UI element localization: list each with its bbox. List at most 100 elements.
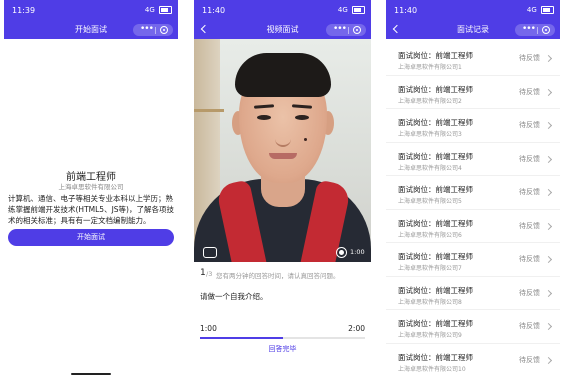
progress-end-time: 2:00 <box>348 324 365 333</box>
list-item[interactable]: 面试岗位：前端工程师 上海卓思软件有限公司10 待反馈 <box>386 344 560 376</box>
mini-program-capsule[interactable]: ••• <box>515 24 555 36</box>
chevron-right-icon <box>544 54 553 63</box>
record-company: 上海卓思软件有限公司4 <box>398 164 462 172</box>
more-icon[interactable]: ••• <box>522 22 536 36</box>
record-status: 待反馈 <box>519 255 540 263</box>
interview-records-screen: 11:40 4G 面试记录 ••• 面试岗位：前端工程师 上海卓思软件有限公司1 待… <box>386 0 560 376</box>
record-status: 待反馈 <box>519 322 540 330</box>
capsule-divider <box>537 27 538 34</box>
page-title: 视频面试 <box>266 25 299 34</box>
record-title: 面试岗位：前端工程师 <box>398 218 473 228</box>
chevron-right-icon <box>544 289 553 297</box>
record-title: 面试岗位：前端工程师 <box>398 285 473 295</box>
close-circle-icon[interactable] <box>160 26 168 34</box>
chevron-right-icon <box>544 188 553 197</box>
header: 11:40 4G 视频面试 ••• <box>194 0 371 39</box>
record-company: 上海卓思软件有限公司3 <box>398 131 462 138</box>
chevron-right-icon <box>544 255 553 264</box>
video-interview-screen: 11:40 4G 视频面试 ••• 1:00 1 /3 您有两分钟的回答时间，请… <box>194 0 371 376</box>
record-status: 待反馈 <box>519 188 540 196</box>
chevron-right-icon <box>544 356 553 364</box>
battery-icon <box>352 6 365 14</box>
page-title: 面试记录 <box>457 25 489 34</box>
company-name: 上海卓思软件有限公司 <box>58 183 124 191</box>
chevron-right-icon <box>544 222 553 230</box>
back-icon[interactable] <box>200 24 210 34</box>
record-status: 待反馈 <box>519 121 540 129</box>
record-title: 面试岗位：前端工程师 <box>398 151 473 161</box>
chevron-right-icon <box>544 322 553 331</box>
question-total: /3 <box>206 270 213 278</box>
finish-answer-button[interactable]: 回答完毕 <box>194 344 371 354</box>
chevron-right-icon <box>544 121 553 130</box>
question-text: 请做一个自我介绍。 <box>200 292 268 301</box>
title-bar: 视频面试 ••• <box>194 23 371 37</box>
record-company: 上海卓思软件有限公司9 <box>398 332 462 339</box>
mini-program-capsule[interactable]: ••• <box>133 24 173 36</box>
status-bar: 11:40 4G <box>394 6 554 17</box>
record-title: 面试岗位：前端工程师 <box>398 84 473 94</box>
record-company: 上海卓思软件有限公司6 <box>398 231 462 239</box>
status-right: 4G <box>527 6 554 14</box>
records-list: 面试岗位：前端工程师 上海卓思软件有限公司1 待反馈 面试岗位：前端工程师 上海卓思软件… <box>386 42 560 376</box>
chevron-right-icon <box>544 155 553 163</box>
back-icon[interactable] <box>392 24 402 34</box>
close-circle-icon[interactable] <box>353 26 361 34</box>
record-status: 待反馈 <box>519 355 540 364</box>
record-status: 待反馈 <box>519 288 540 297</box>
record-status: 待反馈 <box>519 221 540 230</box>
title-bar: 面试记录 ••• <box>386 23 560 37</box>
record-status: 待反馈 <box>519 87 540 96</box>
record-icon <box>336 247 347 258</box>
record-company: 上海卓思软件有限公司7 <box>398 265 462 272</box>
network-label: 4G <box>526 6 537 14</box>
eye-right <box>295 115 309 120</box>
start-interview-screen: 11:39 4G 开始面试 ••• 前端工程师 上海卓思软件有限公司 计算机、通… <box>4 0 178 376</box>
record-title: 面试岗位：前端工程师 <box>398 252 473 261</box>
progress-fill <box>200 337 283 339</box>
network-label: 4G <box>337 6 348 14</box>
list-item[interactable]: 面试岗位：前端工程师 上海卓思软件有限公司5 待反馈 <box>386 176 560 210</box>
list-item[interactable]: 面试岗位：前端工程师 上海卓思软件有限公司7 待反馈 <box>386 243 560 277</box>
camera-switch-icon[interactable] <box>203 247 217 258</box>
status-right: 4G <box>338 6 365 14</box>
capsule-divider <box>155 27 156 34</box>
capsule-divider <box>348 27 349 34</box>
close-circle-icon[interactable] <box>542 26 550 34</box>
list-item[interactable]: 面试岗位：前端工程师 上海卓思软件有限公司1 待反馈 <box>386 42 560 76</box>
start-interview-button[interactable]: 开始面试 <box>8 229 174 246</box>
list-item[interactable]: 面试岗位：前端工程师 上海卓思软件有限公司8 待反馈 <box>386 277 560 310</box>
question-panel: 1 /3 您有两分钟的回答时间，请认真回答问题。 请做一个自我介绍。 1:00 … <box>194 262 371 376</box>
more-icon[interactable]: ••• <box>140 22 154 36</box>
record-time: 1:00 <box>350 248 365 256</box>
record-title: 面试岗位：前端工程师 <box>398 319 473 328</box>
list-item[interactable]: 面试岗位：前端工程师 上海卓思软件有限公司3 待反馈 <box>386 109 560 143</box>
record-company: 上海卓思软件有限公司1 <box>398 64 462 71</box>
question-number: 1 <box>200 268 206 278</box>
record-title: 面试岗位：前端工程师 <box>398 51 473 60</box>
list-item[interactable]: 面试岗位：前端工程师 上海卓思软件有限公司6 待反馈 <box>386 210 560 243</box>
mole <box>304 138 307 141</box>
status-time: 11:39 <box>12 6 36 15</box>
list-item[interactable]: 面试岗位：前端工程师 上海卓思软件有限公司4 待反馈 <box>386 143 560 176</box>
home-indicator <box>71 373 111 375</box>
battery-icon <box>159 6 172 14</box>
camera-preview: 1:00 <box>194 39 371 262</box>
record-status: 待反馈 <box>519 154 540 163</box>
progress-track <box>200 337 365 339</box>
more-icon[interactable]: ••• <box>333 22 347 36</box>
record-title: 面试岗位：前端工程师 <box>398 118 473 127</box>
eye-left <box>257 115 271 120</box>
status-right: 4G <box>145 6 172 14</box>
person-hair <box>235 53 331 97</box>
list-item[interactable]: 面试岗位：前端工程师 上海卓思软件有限公司9 待反馈 <box>386 310 560 344</box>
record-company: 上海卓思软件有限公司5 <box>398 198 462 205</box>
header: 11:40 4G 面试记录 ••• <box>386 0 560 39</box>
network-label: 4G <box>144 6 155 14</box>
record-title: 面试岗位：前端工程师 <box>398 185 473 194</box>
list-item[interactable]: 面试岗位：前端工程师 上海卓思软件有限公司2 待反馈 <box>386 76 560 109</box>
page-title: 开始面试 <box>75 25 107 34</box>
mini-program-capsule[interactable]: ••• <box>326 24 366 36</box>
title-bar: 开始面试 ••• <box>4 23 178 37</box>
record-company: 上海卓思软件有限公司8 <box>398 298 462 306</box>
